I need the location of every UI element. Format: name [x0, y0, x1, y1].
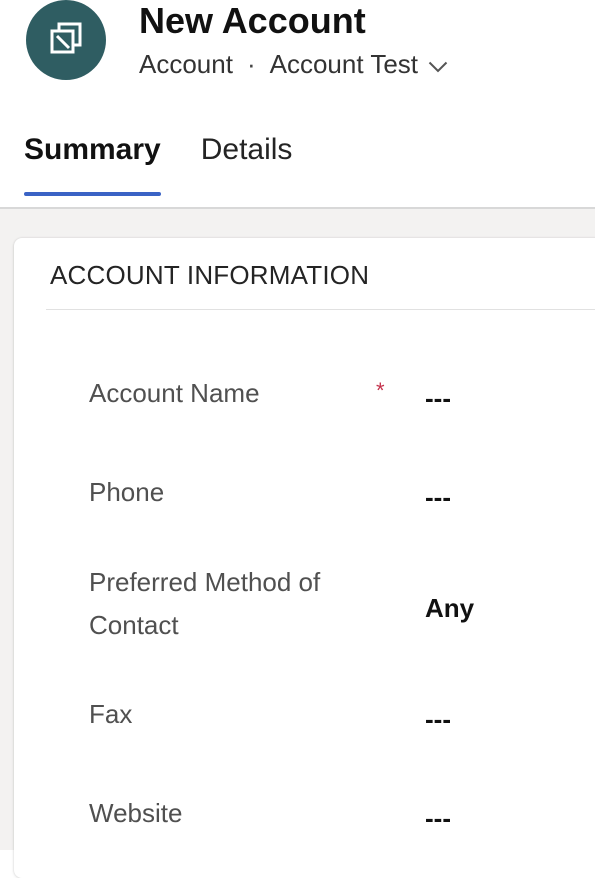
field-label-phone: Phone — [89, 477, 165, 507]
section-card — [14, 238, 595, 878]
section-divider — [46, 309, 595, 310]
form-selector-label: Account Test — [269, 49, 419, 79]
record-icon — [49, 21, 83, 60]
field-value-fax[interactable]: --- — [425, 703, 451, 735]
field-label-account-name: Account Name — [89, 378, 260, 408]
field-value-preferred-contact[interactable]: Any — [425, 592, 474, 624]
record-title: New Account — [139, 0, 366, 41]
field-value-phone[interactable]: --- — [425, 481, 451, 513]
field-value-account-name[interactable]: --- — [425, 382, 451, 414]
form-selector[interactable]: Account Test — [270, 48, 448, 80]
header-divider — [0, 207, 595, 209]
required-indicator: * — [376, 378, 385, 403]
section-title: ACCOUNT INFORMATION — [50, 260, 370, 290]
field-label-fax: Fax — [89, 699, 133, 729]
tab-details[interactable]: Details — [201, 126, 293, 174]
record-subtitle: Account · Account Test — [139, 48, 448, 80]
record-avatar — [26, 0, 106, 80]
field-value-website[interactable]: --- — [425, 802, 451, 834]
subtitle-separator: · — [246, 49, 256, 79]
tab-summary[interactable]: Summary — [24, 126, 161, 196]
entity-name: Account — [139, 49, 233, 79]
tab-list: Summary Details — [24, 126, 332, 196]
field-label-preferred-contact: Preferred Method of Contact — [89, 567, 321, 640]
chevron-down-icon — [418, 48, 448, 80]
field-label-website: Website — [89, 798, 183, 828]
form-header: New Account Account · Account Test Summa… — [0, 0, 595, 208]
